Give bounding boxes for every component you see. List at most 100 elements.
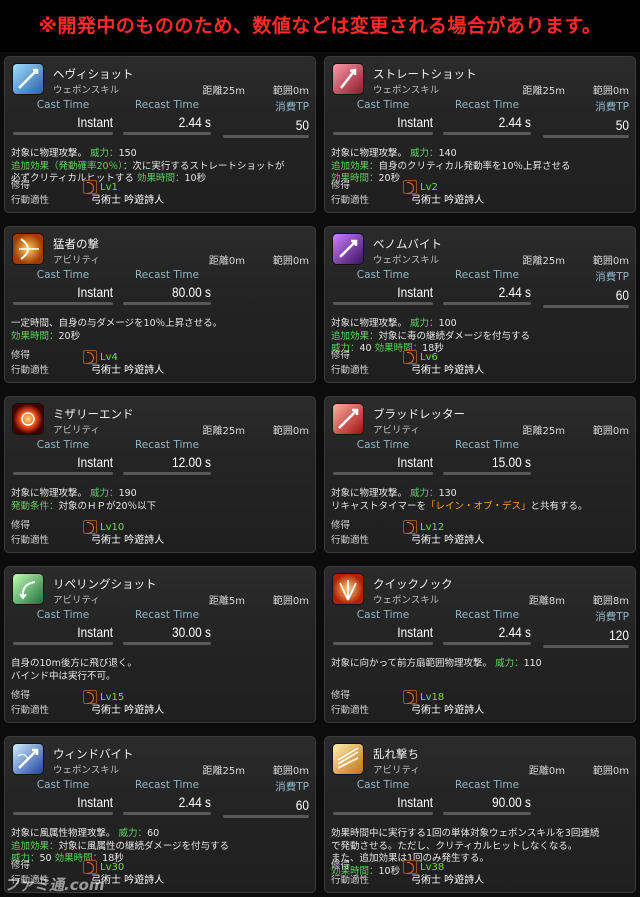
tp-cost: 消費TP 50 [543,99,629,141]
skill-card-barrage[interactable]: 乱れ撃ち アビリティ 距離0m 範囲0m Cast Time Instant Re… [324,736,636,893]
skill-description: 一定時間、自身の与ダメージを10％上昇させる。 効果時間：20秒 [11,318,223,342]
arrow-icon [333,64,363,94]
tp-cost: 消費TP 60 [223,779,309,821]
cast-time: Cast Time Instant [13,609,113,651]
skill-name: 猛者の撃 [53,237,99,251]
recast-time: Recast Time 2.44 s [443,269,531,311]
skill-distance: 距離5m [208,596,245,607]
skill-range: 範囲0m [272,766,309,777]
skill-range: 範囲0m [592,256,629,267]
skill-type: アビリティ [373,425,420,436]
skill-name: リペリングショット [53,577,157,591]
wind-arrow-icon [13,744,43,774]
skill-description: 対象に物理攻撃。 威力：130 リキャストタイマーを「レイン・オブ・デス」と共有… [331,488,588,512]
acquire-label: 修得 [331,350,351,361]
acquire-label: 修得 [11,520,31,531]
notice-banner: ※開発中のもののため、数値などは変更される場合があります。 [0,0,640,52]
aptitude-label: 行動適性 [331,535,370,546]
skill-card-heavy-shot[interactable]: ヘヴィショット ウェポンスキル 距離25m 範囲0m Cast Time Inst… [4,56,316,213]
skill-type: アビリティ [53,425,100,436]
cast-time: Cast Time Instant [333,439,433,481]
tp-cost: 消費TP 60 [543,269,629,311]
skill-range: 範囲0m [272,426,309,437]
skill-card-venomous-bite[interactable]: ベノムバイト ウェポンスキル 距離25m 範囲0m Cast Time Insta… [324,226,636,383]
skill-range: 範囲0m [592,426,629,437]
skill-card-repelling-shot[interactable]: リペリングショット アビリティ 距離5m 範囲0m Cast Time Insta… [4,566,316,723]
cast-time: Cast Time Instant [333,269,433,311]
skill-distance: 距離25m [202,426,245,437]
skill-distance: 距離0m [528,766,565,777]
bow-draw-icon [13,234,43,264]
skill-name: クイックノック [373,577,453,591]
skill-distance: 距離25m [522,256,565,267]
skill-range: 範囲0m [592,766,629,777]
acquire-label: 修得 [331,520,351,531]
acquire-label: 修得 [11,690,31,701]
acquire-label: 修得 [11,350,31,361]
skill-type: ウェポンスキル [53,85,120,96]
aptitude-label: 行動適性 [11,195,50,206]
recast-time: Recast Time 2.44 s [443,99,531,141]
skill-description: 対象に向かって前方扇範囲物理攻撃。 威力：110 [331,658,542,669]
skill-name: ブラッドレッター [373,407,465,421]
cast-time: Cast Time Instant [13,779,113,821]
skill-description: 対象に物理攻撃。 威力：190 発動条件：対象のＨＰが20％以下 [11,488,157,512]
skill-type: アビリティ [53,595,100,606]
aptitude-classes: 弓術士 吟遊詩人 [91,195,165,206]
skill-card-bloodletter[interactable]: ブラッドレッター アビリティ 距離25m 範囲0m Cast Time Insta… [324,396,636,553]
skill-card-straight-shot[interactable]: ストレートショット ウェポンスキル 距離25m 範囲0m Cast Time In… [324,56,636,213]
skill-range: 範囲8m [592,596,629,607]
fire-burst-icon [13,404,43,434]
cast-time: Cast Time Instant [333,99,433,141]
skill-type: アビリティ [373,765,420,776]
skill-card-quick-nock[interactable]: クイックノック ウェポンスキル 距離8m 範囲8m Cast Time Insta… [324,566,636,723]
skill-description: 対象に風属性物理攻撃。 威力：60 追加効果：対象に風属性の継続ダメージを付与す… [11,828,230,864]
watermark-logo: ファミ通.com [4,876,105,894]
aptitude-label: 行動適性 [11,365,50,376]
aptitude-label: 行動適性 [331,705,370,716]
skill-name: ヘヴィショット [53,67,134,81]
arrow-icon [13,64,43,94]
aptitude-classes: 弓術士 吟遊詩人 [411,195,485,206]
aptitude-classes: 弓術士 吟遊詩人 [91,705,165,716]
aptitude-classes: 弓術士 吟遊詩人 [411,365,485,376]
skill-description: 対象に物理攻撃。 威力：140 追加効果：自身のクリティカル発動率を10％上昇さ… [331,148,571,184]
aptitude-label: 行動適性 [11,535,50,546]
acquire-label: 修得 [11,860,31,871]
skill-description: 自身の10m後方に飛び退く。 バインド中は実行不可。 [11,658,137,682]
cast-time: Cast Time Instant [13,269,113,311]
skill-distance: 距離25m [202,86,245,97]
recast-time: Recast Time 80.00 s [123,269,211,311]
leap-back-icon [13,574,43,604]
blood-arrow-icon [333,404,363,434]
skill-range: 範囲0m [272,86,309,97]
skill-distance: 距離8m [528,596,565,607]
aptitude-label: 行動適性 [331,875,370,886]
cast-time: Cast Time Instant [333,779,433,821]
multi-arrow-icon [333,744,363,774]
cast-time: Cast Time Instant [13,99,113,141]
recast-time: Recast Time 12.00 s [123,439,211,481]
aptitude-label: 行動適性 [11,705,50,716]
skill-type: ウェポンスキル [53,765,120,776]
skill-name: ミザリーエンド [53,407,134,421]
skill-distance: 距離0m [208,256,245,267]
recast-time: Recast Time 2.44 s [123,779,211,821]
skill-card-ragin-strikes[interactable]: 猛者の撃 アビリティ 距離0m 範囲0m Cast Time Instant Re… [4,226,316,383]
skill-range: 範囲0m [592,86,629,97]
skill-card-windbite[interactable]: ウィンドバイト ウェポンスキル 距離25m 範囲0m Cast Time Inst… [4,736,316,893]
tp-cost: 消費TP 120 [543,609,629,651]
skill-distance: 距離25m [522,426,565,437]
skill-card-misery-end[interactable]: ミザリーエンド アビリティ 距離25m 範囲0m Cast Time Instan… [4,396,316,553]
recast-time: Recast Time 15.00 s [443,439,531,481]
aptitude-classes: 弓術士 吟遊詩人 [411,875,485,886]
spread-arrows-icon [333,574,363,604]
skill-range: 範囲0m [272,596,309,607]
skill-range: 範囲0m [272,256,309,267]
cast-time: Cast Time Instant [333,609,433,651]
recast-time: Recast Time 90.00 s [443,779,531,821]
skill-type: ウェポンスキル [373,255,440,266]
recast-time: Recast Time 30.00 s [123,609,211,651]
aptitude-classes: 弓術士 吟遊詩人 [91,535,165,546]
skill-type: ウェポンスキル [373,85,440,96]
